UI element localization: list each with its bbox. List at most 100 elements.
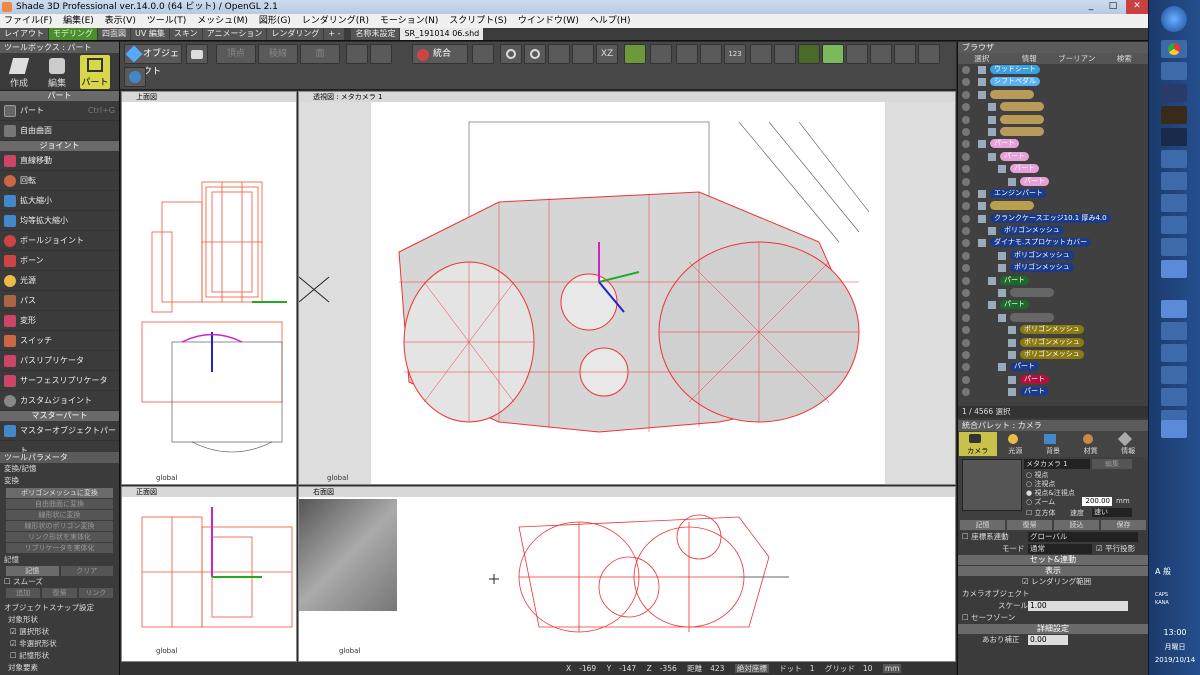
local-button[interactable] bbox=[572, 44, 594, 64]
table-button[interactable] bbox=[650, 44, 672, 64]
tab-skin[interactable]: スキン bbox=[169, 28, 202, 40]
tool-ball-joint[interactable]: ボールジョイント bbox=[0, 231, 119, 251]
menu-help[interactable]: ヘルプ(H) bbox=[586, 16, 635, 26]
browser-row[interactable]: ダイナモ.スプロケットカバー bbox=[958, 237, 1148, 249]
materialize-link-button[interactable]: リンク形状を実体化 bbox=[6, 532, 113, 542]
camera-load-button[interactable]: 読込 bbox=[1054, 520, 1099, 530]
coord-link-checkbox[interactable]: ☐ bbox=[962, 532, 971, 541]
detail-section[interactable]: 詳細設定 bbox=[958, 624, 1148, 634]
browser-row[interactable] bbox=[958, 287, 1148, 299]
tab-add-remove[interactable]: + - bbox=[324, 28, 345, 40]
camera-store-button[interactable]: 記憶 bbox=[960, 520, 1005, 530]
object-mode-button[interactable]: オブジェクト bbox=[124, 44, 182, 77]
palette-tab-camera[interactable]: カメラ bbox=[959, 432, 997, 456]
grid-button[interactable] bbox=[624, 44, 646, 64]
visibility-icon[interactable] bbox=[962, 239, 970, 248]
visibility-icon[interactable] bbox=[962, 276, 970, 285]
smooth-checkbox[interactable]: ☐ スムーズ bbox=[0, 576, 119, 588]
maximize-button[interactable]: □ bbox=[1102, 0, 1124, 14]
display-mode-button[interactable] bbox=[798, 44, 820, 64]
group-button[interactable] bbox=[370, 44, 392, 64]
taskbar-app-10[interactable] bbox=[1161, 238, 1187, 256]
check-unselected[interactable]: ☑ 非選択形状 bbox=[0, 638, 119, 650]
viewport-top[interactable]: 上面図 global bbox=[121, 91, 297, 485]
smooth-add-button[interactable]: 追加 bbox=[6, 588, 41, 598]
visibility-icon[interactable] bbox=[962, 375, 970, 384]
record-button[interactable] bbox=[700, 44, 722, 64]
visibility-icon[interactable] bbox=[962, 127, 970, 136]
visibility-icon[interactable] bbox=[962, 363, 970, 372]
visibility-icon[interactable] bbox=[962, 313, 970, 322]
browser-row[interactable]: エンジンパート bbox=[958, 188, 1148, 200]
tool-rotate[interactable]: 回転 bbox=[0, 171, 119, 191]
visibility-icon[interactable] bbox=[962, 78, 970, 87]
memory-clear-button[interactable]: クリア bbox=[60, 566, 113, 576]
visibility-icon[interactable] bbox=[962, 189, 970, 198]
menu-window[interactable]: ウインドウ(W) bbox=[514, 16, 583, 26]
coord-select[interactable]: グローバル bbox=[1028, 532, 1138, 542]
taskbar-photoshop[interactable] bbox=[1161, 128, 1187, 146]
convert-line-polygon-button[interactable]: 線形状のポリゴン変換 bbox=[6, 521, 113, 531]
browser-row[interactable]: クランクケースエッジ10.1 厚み4.0 bbox=[958, 213, 1148, 225]
camera-save-button[interactable]: 保存 bbox=[1101, 520, 1146, 530]
browser-row[interactable]: ポリゴンメッシュ bbox=[958, 262, 1148, 274]
browser-row[interactable] bbox=[958, 101, 1148, 113]
taskbar-firefox[interactable] bbox=[1161, 388, 1187, 406]
menu-render[interactable]: レンダリング(R) bbox=[298, 16, 373, 26]
viewport-right[interactable]: 右面図 global bbox=[298, 486, 956, 662]
mode-part[interactable]: パート bbox=[80, 55, 110, 89]
tab-animation[interactable]: アニメーション bbox=[202, 28, 267, 40]
menu-tool[interactable]: ツール(T) bbox=[143, 16, 191, 26]
palette-tab-light[interactable]: 光源 bbox=[997, 432, 1035, 456]
safe-zone-checkbox[interactable]: ☐ セーフゾーン bbox=[958, 612, 1148, 624]
mode-create[interactable]: 作成 bbox=[6, 56, 32, 89]
convert-polygon-button[interactable]: ポリゴンメッシュに変換 bbox=[6, 488, 113, 498]
mode-select[interactable]: 通常 bbox=[1028, 544, 1092, 554]
taskbar-app-2[interactable] bbox=[1161, 62, 1187, 80]
numeric-button[interactable]: 123 bbox=[724, 44, 746, 64]
edge-mode-button[interactable]: 稜線 bbox=[258, 44, 298, 64]
browser-row[interactable]: ポリゴンメッシュ bbox=[958, 337, 1148, 349]
browser-tab-select[interactable]: 選択 bbox=[958, 53, 1006, 64]
file-tab-untitled[interactable]: 名称未設定 bbox=[351, 28, 400, 40]
camera-button[interactable] bbox=[186, 44, 208, 64]
taskbar-app-15[interactable] bbox=[1161, 366, 1187, 384]
convert-surface-button[interactable]: 自由曲面に変換 bbox=[6, 499, 113, 509]
set-link-section[interactable]: セット&連動 bbox=[958, 555, 1148, 565]
close-button[interactable]: ✕ bbox=[1126, 0, 1148, 14]
tab-rendering[interactable]: レンダリング bbox=[267, 28, 324, 40]
browser-row[interactable]: ポリゴンメッシュ bbox=[958, 324, 1148, 336]
tab-layout[interactable]: レイアウト bbox=[0, 28, 48, 40]
palette-tab-background[interactable]: 背景 bbox=[1034, 432, 1072, 456]
taskbar-app-6[interactable] bbox=[1161, 150, 1187, 168]
scale-field[interactable]: 1.00 bbox=[1028, 601, 1128, 611]
menu-edit[interactable]: 編集(E) bbox=[59, 16, 98, 26]
taskbar-illustrator[interactable] bbox=[1161, 106, 1187, 124]
taskbar-app-7[interactable] bbox=[1161, 172, 1187, 190]
menu-motion[interactable]: モーション(N) bbox=[376, 16, 443, 26]
browser-row[interactable]: ポリゴンメッシュ bbox=[958, 349, 1148, 361]
browser-tab-search[interactable]: 検索 bbox=[1101, 53, 1149, 64]
tool-scale[interactable]: 拡大縮小 bbox=[0, 191, 119, 211]
parallel-checkbox[interactable]: ☑ 平行投影 bbox=[1096, 543, 1135, 555]
visibility-icon[interactable] bbox=[962, 350, 970, 359]
browser-row[interactable]: パート bbox=[958, 374, 1148, 386]
taskbar-app-11[interactable] bbox=[1161, 260, 1187, 278]
browser-row[interactable] bbox=[958, 114, 1148, 126]
browser-row[interactable]: パート bbox=[958, 176, 1148, 188]
camera-edit-button[interactable]: 編集 bbox=[1092, 459, 1132, 469]
shade-button[interactable] bbox=[774, 44, 796, 64]
viewport-front[interactable]: 正面図 global bbox=[121, 486, 297, 662]
palette-tab-material[interactable]: 材質 bbox=[1072, 432, 1110, 456]
tool-uniform-scale[interactable]: 均等拡大縮小 bbox=[0, 211, 119, 231]
check-selected[interactable]: ☑ 選択形状 bbox=[0, 626, 119, 638]
taskbar-app-3[interactable] bbox=[1161, 84, 1187, 102]
browser-row[interactable]: パート bbox=[958, 138, 1148, 150]
materialize-replicator-button[interactable]: リプリケータを実体化 bbox=[6, 543, 113, 553]
tool-bone[interactable]: ボーン bbox=[0, 251, 119, 271]
visibility-icon[interactable] bbox=[962, 115, 970, 124]
browser-tree[interactable]: ウッドシート シフトペダル パート パート パート パート エンジンパート クランクケースエッ… bbox=[958, 64, 1148, 406]
vertex-mode-button[interactable]: 頂点 bbox=[216, 44, 256, 64]
sphere-button[interactable] bbox=[124, 67, 146, 87]
browser-tab-boolean[interactable]: ブーリアン bbox=[1053, 53, 1101, 64]
